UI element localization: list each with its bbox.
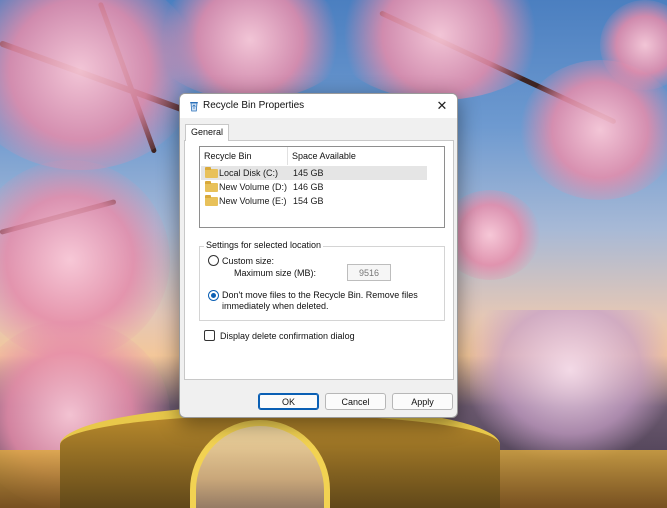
space-available: 145 GB — [293, 168, 324, 178]
max-size-input[interactable] — [347, 264, 391, 281]
list-item[interactable]: Local Disk (C:) 145 GB — [201, 166, 427, 180]
list-header: Recycle Bin Location Space Available — [200, 147, 444, 179]
dialog-title: Recycle Bin Properties — [203, 100, 305, 111]
close-button[interactable]: ✕ — [427, 94, 457, 118]
confirm-dialog-label[interactable]: Display delete confirmation dialog — [220, 331, 355, 341]
custom-size-label[interactable]: Custom size: — [222, 256, 274, 266]
location-name: New Volume (E:) — [219, 196, 287, 206]
custom-size-radio[interactable] — [208, 255, 219, 266]
folder-icon — [205, 167, 218, 178]
confirm-dialog-checkbox[interactable] — [204, 330, 215, 341]
lit-trees — [470, 310, 667, 460]
tab-general[interactable]: General — [185, 124, 230, 141]
cancel-button[interactable]: Cancel — [325, 393, 386, 410]
dont-move-files-radio[interactable] — [208, 290, 219, 301]
blossom-cluster — [330, 0, 550, 100]
settings-group: Settings for selected location Custom si… — [199, 240, 445, 321]
folder-icon — [205, 181, 218, 192]
column-header-location[interactable]: Recycle Bin Location — [200, 147, 288, 179]
tab-strip: General — [185, 124, 454, 141]
recycle-bin-location-list[interactable]: Recycle Bin Location Space Available Loc… — [199, 146, 445, 228]
location-name: New Volume (D:) — [219, 182, 288, 192]
title-bar[interactable]: Recycle Bin Properties ✕ — [180, 94, 457, 118]
recycle-bin-properties-dialog: Recycle Bin Properties ✕ General Recycle… — [179, 93, 458, 418]
close-icon: ✕ — [436, 98, 448, 113]
folder-icon — [205, 195, 218, 206]
list-item[interactable]: New Volume (D:) 146 GB — [201, 180, 427, 194]
space-available: 154 GB — [293, 196, 324, 206]
column-header-space[interactable]: Space Available — [288, 147, 360, 165]
settings-group-label: Settings for selected location — [204, 240, 324, 250]
max-size-label: Maximum size (MB): — [234, 268, 317, 278]
dont-move-files-label[interactable]: Don't move files to the Recycle Bin. Rem… — [222, 290, 418, 300]
list-item[interactable]: New Volume (E:) 154 GB — [201, 194, 427, 208]
apply-button[interactable]: Apply — [392, 393, 453, 410]
space-available: 146 GB — [293, 182, 324, 192]
recycle-bin-icon — [190, 102, 198, 112]
dont-move-files-label-line2[interactable]: immediately when deleted. — [222, 301, 329, 311]
ok-button[interactable]: OK — [258, 393, 319, 410]
location-name: Local Disk (C:) — [219, 168, 279, 178]
general-tab-panel: Recycle Bin Location Space Available Loc… — [184, 140, 454, 380]
